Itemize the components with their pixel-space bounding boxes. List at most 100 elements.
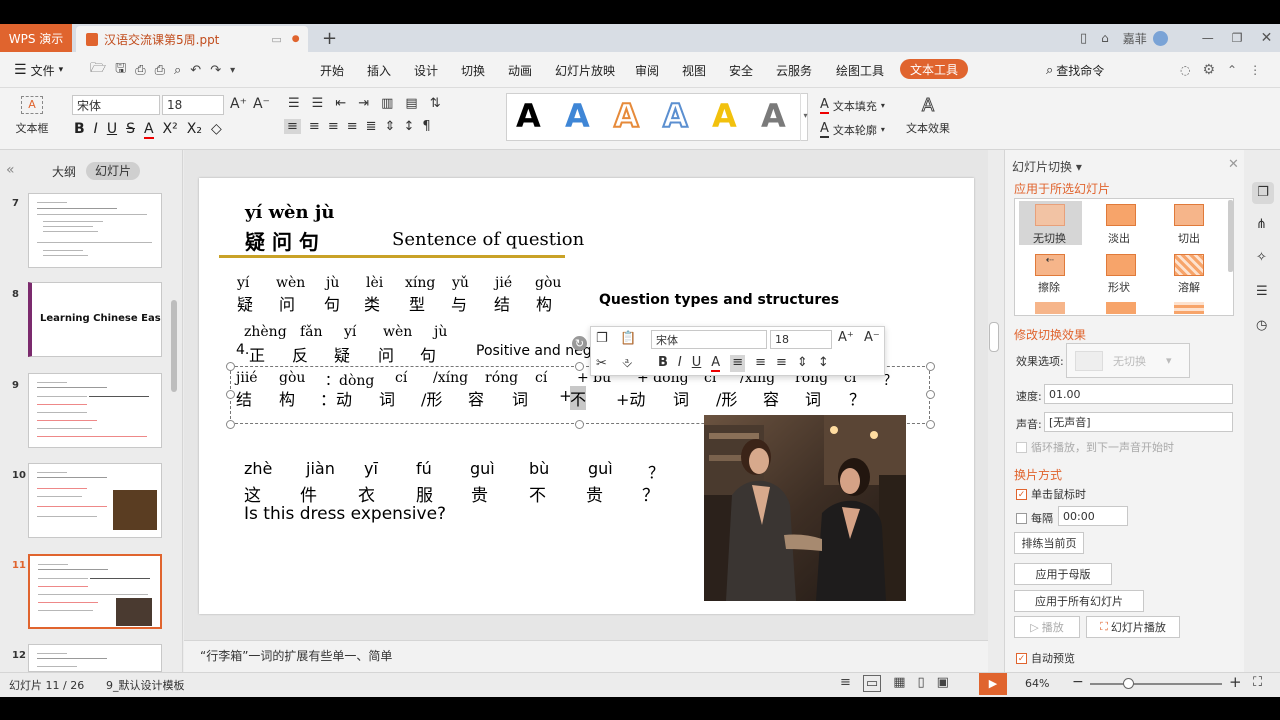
menu-cloud[interactable]: 云服务 xyxy=(776,52,812,88)
menu-slideshow[interactable]: 幻灯片放映 xyxy=(555,52,615,88)
transition-none-label[interactable]: 无切换 xyxy=(1033,230,1066,246)
user-name[interactable]: 嘉菲 xyxy=(1123,30,1147,47)
unsaved-dot-icon[interactable]: ● xyxy=(292,34,300,44)
resize-handle[interactable] xyxy=(575,362,584,371)
text-style-gray[interactable]: A xyxy=(761,98,786,134)
underline-icon[interactable]: U xyxy=(692,355,702,372)
slide-thumbnail-7[interactable] xyxy=(28,193,162,268)
avatar[interactable] xyxy=(1152,30,1168,46)
slide-thumbnail-11[interactable] xyxy=(28,554,162,629)
text-style-blue-outline[interactable]: A xyxy=(662,97,689,135)
increase-font-icon[interactable]: A⁺ xyxy=(838,330,854,345)
collapse-ribbon-icon[interactable]: ⌃ xyxy=(1227,63,1237,77)
cut-icon[interactable]: ✂ xyxy=(596,356,607,371)
align-center-icon[interactable]: ≡ xyxy=(755,355,766,372)
collapse-panel-icon[interactable]: « xyxy=(6,162,15,178)
resize-handle[interactable] xyxy=(926,420,935,429)
fit-window-icon[interactable]: ⛶ xyxy=(1253,675,1262,690)
line-spacing-icon[interactable]: ⇕ xyxy=(797,355,808,372)
resize-handle[interactable] xyxy=(575,420,584,429)
settings-icon[interactable]: ⚙ xyxy=(1202,62,1215,78)
align-text-icon[interactable]: ▤ xyxy=(405,96,417,111)
search-command[interactable]: ⌕ 查找命令 xyxy=(1046,52,1104,88)
skin-icon[interactable]: ⌂ xyxy=(1101,31,1109,45)
export-pdf-icon[interactable]: ⎙ xyxy=(135,63,145,78)
apply-all-button[interactable]: 应用于所有幻灯片 xyxy=(1014,590,1144,612)
transition-cut-icon[interactable] xyxy=(1174,204,1204,226)
align-left-icon[interactable]: ≡ xyxy=(730,355,746,372)
direction-icon[interactable]: ⇅ xyxy=(430,96,441,111)
menu-view[interactable]: 视图 xyxy=(682,52,706,88)
play-button[interactable]: ▷ 播放 xyxy=(1014,616,1080,638)
transition-none-icon[interactable] xyxy=(1035,204,1065,226)
resize-handle[interactable] xyxy=(926,362,935,371)
slide-thumbnail-12[interactable] xyxy=(28,644,162,672)
every-checkbox[interactable]: 每隔 xyxy=(1016,510,1053,526)
menu-security[interactable]: 安全 xyxy=(729,52,753,88)
slide[interactable]: yí wèn jù 疑 问 句 Sentence of question yí … xyxy=(199,178,974,614)
zoom-slider[interactable] xyxy=(1090,683,1222,685)
slideshow-button[interactable]: ⛶ 幻灯片播放 xyxy=(1086,616,1180,638)
transition-dissolve-label[interactable]: 溶解 xyxy=(1178,279,1200,295)
text-style-orange-outline[interactable]: A xyxy=(613,97,640,135)
transition-wipe-label[interactable]: 擦除 xyxy=(1038,279,1060,295)
transition-more-icon[interactable] xyxy=(1035,302,1065,314)
menu-design[interactable]: 设计 xyxy=(414,52,438,88)
speed-input[interactable]: 01.00 xyxy=(1044,384,1233,404)
transition-more-icon[interactable] xyxy=(1174,302,1204,314)
apply-master-button[interactable]: 应用于母版 xyxy=(1014,563,1112,585)
slide-thumbnail-8[interactable]: Learning Chinese Easily xyxy=(28,282,162,357)
minimize-icon[interactable]: — xyxy=(1202,31,1214,45)
slide-thumbnail-10[interactable] xyxy=(28,463,162,538)
slide-thumbnail-9[interactable] xyxy=(28,373,162,448)
share-icon[interactable]: ⋔ xyxy=(1256,217,1267,232)
italic-icon[interactable]: I xyxy=(678,355,682,372)
on-click-checkbox[interactable]: ✓ 单击鼠标时 xyxy=(1016,486,1086,502)
preview-icon[interactable]: ⌕ xyxy=(174,63,181,78)
decrease-indent-icon[interactable]: ⇤ xyxy=(335,96,346,111)
transition-fade-label[interactable]: 淡出 xyxy=(1108,230,1130,246)
paragraph-icon[interactable]: ¶ xyxy=(422,119,430,134)
transition-shape-label[interactable]: 形状 xyxy=(1108,279,1130,295)
animation-icon[interactable]: ✧ xyxy=(1256,250,1267,265)
every-time-input[interactable]: 00:00 xyxy=(1058,506,1128,526)
resize-handle[interactable] xyxy=(226,420,235,429)
menu-drawing-tools[interactable]: 绘图工具 xyxy=(836,52,884,88)
menu-text-tools[interactable]: 文本工具 xyxy=(900,59,969,79)
menu-insert[interactable]: 插入 xyxy=(367,52,391,88)
transition-wipe-icon[interactable]: ⇠ xyxy=(1035,254,1065,276)
mini-font-select[interactable]: 宋体 xyxy=(651,330,767,349)
italic-icon[interactable]: I xyxy=(94,121,98,139)
decrease-font-icon[interactable]: A⁻ xyxy=(253,96,270,112)
panel-scrollbar[interactable] xyxy=(171,300,177,392)
underline-icon[interactable]: U xyxy=(107,121,117,139)
text-fill-button[interactable]: A 文本填充 ▾ xyxy=(820,97,885,114)
shop-photo[interactable] xyxy=(704,415,906,601)
zoom-out-icon[interactable]: − xyxy=(1072,674,1084,690)
selected-hanzi[interactable]: 不 xyxy=(570,386,587,410)
notes-toggle-icon[interactable]: ≡ xyxy=(840,675,851,692)
zoom-value[interactable]: 64% xyxy=(1025,677,1049,690)
close-panel-icon[interactable]: ✕ xyxy=(1228,157,1239,172)
app-tab[interactable]: WPS 演示 xyxy=(0,24,72,52)
layout-icon[interactable]: ▯ xyxy=(1080,31,1087,46)
paragraph-spacing-icon[interactable]: ↕ xyxy=(403,119,414,134)
bold-icon[interactable]: B xyxy=(658,355,668,372)
text-style-yellow[interactable]: A xyxy=(712,98,737,134)
panel-title[interactable]: 幻灯片切换 ▾ xyxy=(1012,158,1082,175)
loop-checkbox[interactable]: 循环播放，到下一声音开始时 xyxy=(1016,439,1174,455)
more-icon[interactable]: ⋮ xyxy=(1249,63,1261,77)
distribute-icon[interactable]: ≣ xyxy=(366,119,377,134)
transition-pane-icon[interactable]: ❐ xyxy=(1252,182,1274,204)
menu-animation[interactable]: 动画 xyxy=(508,52,532,88)
strikethrough-icon[interactable]: S xyxy=(126,121,135,139)
increase-indent-icon[interactable]: ⇥ xyxy=(358,96,369,111)
rehearse-button[interactable]: 排练当前页 xyxy=(1014,532,1084,554)
bold-icon[interactable]: B xyxy=(74,121,85,139)
column-icon[interactable]: ▥ xyxy=(381,96,393,111)
align-right-icon[interactable]: ≡ xyxy=(328,119,339,134)
undo-icon[interactable]: ↶ xyxy=(190,63,201,78)
format-painter-icon[interactable]: ⎀ xyxy=(622,356,632,371)
paste-icon[interactable]: 📋 xyxy=(620,331,636,346)
print-icon[interactable]: ⎙ xyxy=(155,63,165,78)
